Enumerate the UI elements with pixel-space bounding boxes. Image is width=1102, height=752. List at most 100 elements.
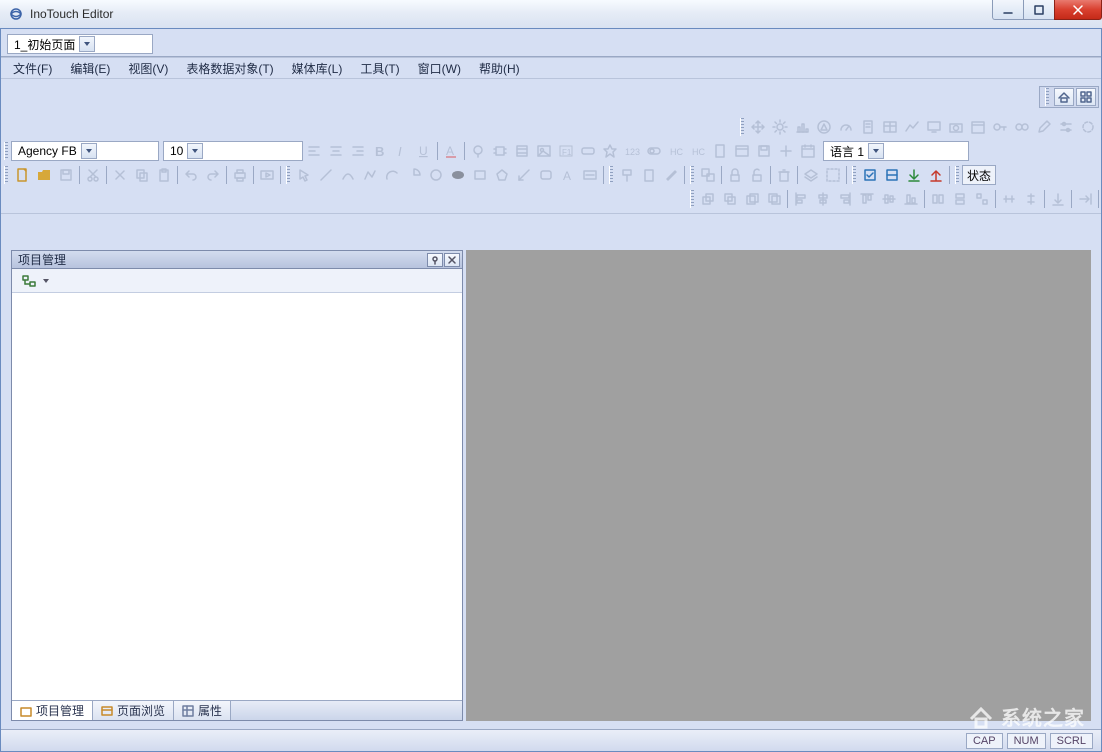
open-icon[interactable] bbox=[33, 164, 55, 186]
front-icon[interactable] bbox=[697, 188, 719, 210]
page-select[interactable]: 1_初始页面 bbox=[7, 34, 153, 54]
pencil-icon[interactable] bbox=[1033, 116, 1055, 138]
key-icon[interactable] bbox=[989, 116, 1011, 138]
media-icon[interactable] bbox=[256, 164, 278, 186]
loading-icon[interactable] bbox=[1077, 116, 1099, 138]
film-icon[interactable] bbox=[511, 140, 533, 162]
panel-close-icon[interactable] bbox=[444, 253, 460, 267]
camera-icon[interactable] bbox=[945, 116, 967, 138]
ellipse-icon[interactable] bbox=[447, 164, 469, 186]
compass-icon[interactable] bbox=[813, 116, 835, 138]
minimize-button[interactable] bbox=[992, 0, 1024, 20]
move-icon[interactable] bbox=[747, 116, 769, 138]
star-icon[interactable] bbox=[599, 140, 621, 162]
close-button[interactable] bbox=[1054, 0, 1102, 20]
toggle-icon[interactable] bbox=[643, 140, 665, 162]
curve-icon[interactable] bbox=[337, 164, 359, 186]
forward-icon[interactable] bbox=[741, 188, 763, 210]
savefile-icon[interactable] bbox=[55, 164, 77, 186]
alignleft-icon[interactable] bbox=[790, 188, 812, 210]
toolbar-grip[interactable] bbox=[690, 190, 694, 208]
calendar-icon[interactable] bbox=[967, 116, 989, 138]
new-icon[interactable] bbox=[11, 164, 33, 186]
tag2-icon[interactable]: HC bbox=[687, 140, 709, 162]
button-icon[interactable] bbox=[577, 140, 599, 162]
cursor-icon[interactable] bbox=[293, 164, 315, 186]
tag-icon[interactable]: HC bbox=[665, 140, 687, 162]
circle-icon[interactable] bbox=[425, 164, 447, 186]
arc-icon[interactable] bbox=[381, 164, 403, 186]
underline-icon[interactable]: U bbox=[413, 140, 435, 162]
rect-icon[interactable] bbox=[469, 164, 491, 186]
toolbar-grip[interactable] bbox=[4, 142, 8, 160]
scissors-icon[interactable] bbox=[109, 164, 131, 186]
upload-icon[interactable] bbox=[925, 164, 947, 186]
selectall-icon[interactable] bbox=[822, 164, 844, 186]
brush-icon[interactable] bbox=[660, 164, 682, 186]
chip-icon[interactable] bbox=[489, 140, 511, 162]
unlock-icon[interactable] bbox=[746, 164, 768, 186]
lamp-icon[interactable] bbox=[467, 140, 489, 162]
window-icon[interactable] bbox=[731, 140, 753, 162]
gauge-icon[interactable] bbox=[835, 116, 857, 138]
text-icon[interactable]: A bbox=[557, 164, 579, 186]
bold-icon[interactable]: B bbox=[369, 140, 391, 162]
distv-icon[interactable] bbox=[1020, 188, 1042, 210]
aligntop-icon[interactable] bbox=[856, 188, 878, 210]
lock-icon[interactable] bbox=[724, 164, 746, 186]
download-icon[interactable] bbox=[903, 164, 925, 186]
menu-window[interactable]: 窗口(W) bbox=[410, 58, 469, 79]
paste-icon[interactable] bbox=[153, 164, 175, 186]
alignbot-icon[interactable] bbox=[900, 188, 922, 210]
menu-help[interactable]: 帮助(H) bbox=[471, 58, 528, 79]
home-icon[interactable] bbox=[1054, 88, 1074, 106]
trend-icon[interactable] bbox=[901, 116, 923, 138]
fontcolor-icon[interactable]: A bbox=[440, 140, 462, 162]
tableobj-icon[interactable] bbox=[879, 116, 901, 138]
menu-tools[interactable]: 工具(T) bbox=[352, 58, 407, 79]
nudgedown-icon[interactable] bbox=[1047, 188, 1069, 210]
language-select[interactable]: 语言 1 bbox=[823, 141, 969, 161]
tab-props[interactable]: 属性 bbox=[174, 701, 231, 720]
scale-icon[interactable] bbox=[513, 164, 535, 186]
italic-icon[interactable]: I bbox=[391, 140, 413, 162]
dropdown-arrow-icon[interactable] bbox=[42, 274, 52, 288]
toolbar-grip[interactable] bbox=[955, 166, 959, 184]
line-icon[interactable] bbox=[315, 164, 337, 186]
disth-icon[interactable] bbox=[998, 188, 1020, 210]
date-icon[interactable] bbox=[797, 140, 819, 162]
fontsize-select[interactable]: 10 bbox=[163, 141, 303, 161]
barchart-icon[interactable] bbox=[791, 116, 813, 138]
font-select[interactable]: Agency FB bbox=[11, 141, 159, 161]
save-icon[interactable] bbox=[753, 140, 775, 162]
aligncenter-icon[interactable] bbox=[812, 188, 834, 210]
tab-pagebrowse[interactable]: 页面浏览 bbox=[93, 701, 174, 720]
polyline-icon[interactable] bbox=[359, 164, 381, 186]
image-icon[interactable] bbox=[533, 140, 555, 162]
backward-icon[interactable] bbox=[763, 188, 785, 210]
undo-icon[interactable] bbox=[180, 164, 202, 186]
alignright-icon[interactable] bbox=[834, 188, 856, 210]
polygon-icon[interactable] bbox=[491, 164, 513, 186]
align-left-icon[interactable] bbox=[303, 140, 325, 162]
sames-icon[interactable] bbox=[971, 188, 993, 210]
pastefmt-icon[interactable] bbox=[638, 164, 660, 186]
print-icon[interactable] bbox=[229, 164, 251, 186]
build-icon[interactable] bbox=[881, 164, 903, 186]
back-icon[interactable] bbox=[719, 188, 741, 210]
anim-icon[interactable] bbox=[1011, 116, 1033, 138]
menu-view[interactable]: 视图(V) bbox=[120, 58, 176, 79]
group-icon[interactable] bbox=[697, 164, 719, 186]
align-right-icon[interactable] bbox=[347, 140, 369, 162]
toolbar-grip[interactable] bbox=[1045, 88, 1049, 106]
page-icon[interactable] bbox=[857, 116, 879, 138]
project-tree[interactable] bbox=[12, 293, 462, 700]
toolbar-grip[interactable] bbox=[852, 166, 856, 184]
menu-file[interactable]: 文件(F) bbox=[5, 58, 60, 79]
menu-media[interactable]: 媒体库(L) bbox=[284, 58, 351, 79]
tree-toggle-icon[interactable] bbox=[18, 270, 40, 292]
toolbar-grip[interactable] bbox=[740, 118, 744, 136]
toolbar-grip[interactable] bbox=[286, 166, 290, 184]
delete-icon[interactable] bbox=[773, 164, 795, 186]
num-icon[interactable]: 123 bbox=[621, 140, 643, 162]
